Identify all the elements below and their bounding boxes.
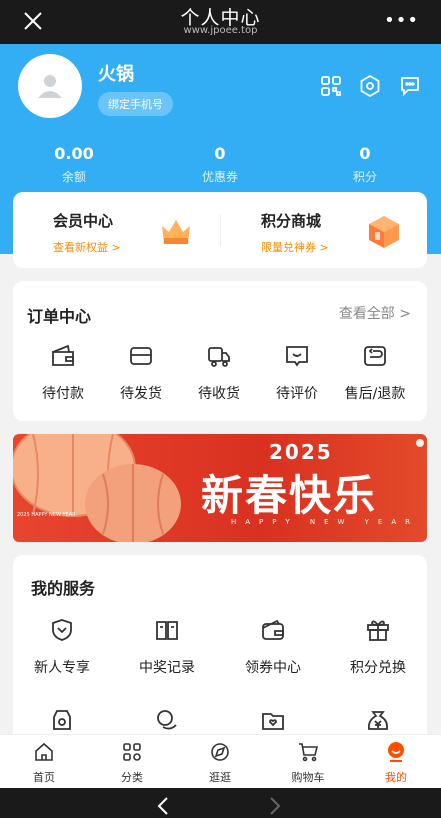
tab-label: 逛逛 bbox=[209, 771, 231, 784]
bag-icon[interactable] bbox=[49, 707, 75, 733]
stat-label: 优惠券 bbox=[201, 170, 238, 184]
points-mall-sub: 限量兑神券 > bbox=[261, 241, 329, 254]
order-after-sales[interactable]: 售后/退款 bbox=[335, 343, 415, 403]
qrcode-icon[interactable] bbox=[319, 74, 343, 98]
banner-subtext: HAPPY NEW YEAR bbox=[231, 518, 419, 526]
banner-small-text: 2025 HAPPY NEW YEAR bbox=[17, 512, 76, 518]
forward-arrow-icon[interactable] bbox=[268, 796, 282, 816]
service-prize-records[interactable]: 中奖记录 bbox=[127, 617, 207, 677]
stat-value: 0 bbox=[359, 144, 371, 163]
chat-bubbles-icon[interactable] bbox=[154, 707, 180, 733]
stat-coupons[interactable]: 0 优惠券 bbox=[175, 144, 265, 185]
service-label: 中奖记录 bbox=[139, 660, 195, 676]
profile-icon bbox=[388, 742, 404, 762]
bottom-tab-bar: 首页 分类 逛逛 购物车 我的 bbox=[0, 734, 441, 788]
message-icon[interactable] bbox=[398, 74, 422, 98]
service-points-exchange[interactable]: 积分兑换 bbox=[338, 617, 418, 677]
points-mall-title: 积分商城 bbox=[261, 212, 322, 230]
bind-phone-button[interactable]: 绑定手机号 bbox=[98, 92, 173, 116]
order-pending-receipt[interactable]: 待收货 bbox=[179, 343, 259, 403]
gift-icon bbox=[367, 620, 389, 641]
stat-label: 积分 bbox=[352, 170, 377, 184]
service-new-user[interactable]: 新人专享 bbox=[22, 617, 102, 677]
tab-category[interactable]: 分类 bbox=[97, 741, 167, 785]
card-icon bbox=[130, 347, 152, 365]
tab-label: 分类 bbox=[121, 771, 143, 784]
divider bbox=[220, 214, 221, 246]
gift-box-icon bbox=[369, 216, 399, 248]
home-icon bbox=[35, 742, 53, 761]
tab-label: 我的 bbox=[385, 771, 407, 784]
points-mall-link[interactable]: 积分商城 限量兑神券 > bbox=[261, 210, 329, 255]
more-menu-button[interactable]: ••• bbox=[384, 10, 419, 31]
shield-heart-icon bbox=[52, 619, 72, 641]
grid-icon bbox=[123, 743, 141, 761]
order-pending-shipment[interactable]: 待发货 bbox=[101, 343, 181, 403]
order-center-title: 订单中心 bbox=[27, 307, 92, 326]
refund-icon bbox=[364, 346, 386, 366]
order-center-card: 订单中心 查看全部 > 待付款 待发货 待收货 待评价 售后/退款 bbox=[13, 281, 427, 421]
vip-card: 会员中心 查看新权益 > 积分商城 限量兑神券 > bbox=[13, 192, 427, 268]
cart-icon bbox=[299, 743, 319, 762]
tab-label: 首页 bbox=[33, 771, 55, 784]
services-title: 我的服务 bbox=[31, 579, 96, 598]
order-label: 售后/退款 bbox=[344, 386, 406, 402]
member-center-sub: 查看新权益 > bbox=[53, 241, 121, 254]
coupon-wallet-icon bbox=[262, 619, 284, 640]
tab-cart[interactable]: 购物车 bbox=[273, 741, 343, 785]
comment-icon bbox=[286, 346, 308, 367]
member-center-title: 会员中心 bbox=[53, 212, 114, 230]
tab-browse[interactable]: 逛逛 bbox=[185, 741, 255, 785]
order-pending-review[interactable]: 待评价 bbox=[257, 343, 337, 403]
stat-value: 0.00 bbox=[54, 144, 94, 163]
page-subtitle: www.jpoee.top bbox=[183, 25, 258, 36]
wallet-icon bbox=[52, 344, 74, 366]
book-icon bbox=[156, 621, 178, 640]
order-pending-payment[interactable]: 待付款 bbox=[23, 343, 103, 403]
order-label: 待评价 bbox=[276, 386, 318, 402]
order-label: 待发货 bbox=[120, 386, 162, 402]
avatar-placeholder-icon bbox=[38, 75, 62, 98]
compass-icon bbox=[211, 743, 229, 761]
service-label: 新人专享 bbox=[34, 660, 90, 676]
crown-icon bbox=[162, 220, 190, 244]
back-arrow-icon[interactable] bbox=[156, 796, 170, 816]
order-label: 待收货 bbox=[198, 386, 240, 402]
heart-folder-icon[interactable] bbox=[260, 707, 286, 733]
settings-icon[interactable] bbox=[358, 74, 382, 98]
money-bag-icon[interactable] bbox=[365, 707, 391, 733]
member-center-link[interactable]: 会员中心 查看新权益 > bbox=[53, 210, 121, 255]
avatar[interactable] bbox=[18, 54, 82, 118]
browser-nav-bar bbox=[0, 788, 441, 818]
tab-label: 购物车 bbox=[291, 771, 325, 784]
stat-points[interactable]: 0 积分 bbox=[320, 144, 410, 185]
stat-value: 0 bbox=[214, 144, 226, 163]
user-name: 火锅 bbox=[98, 64, 134, 85]
tab-home[interactable]: 首页 bbox=[9, 741, 79, 785]
service-coupon-center[interactable]: 领券中心 bbox=[233, 617, 313, 677]
banner-greeting: 新春快乐 bbox=[201, 471, 378, 520]
order-label: 待付款 bbox=[42, 386, 84, 402]
view-all-orders-link[interactable]: 查看全部 > bbox=[339, 303, 411, 323]
stat-label: 余额 bbox=[61, 170, 86, 184]
truck-icon bbox=[208, 347, 230, 367]
banner-year: 2025 bbox=[269, 440, 333, 464]
services-card: 我的服务 新人专享 中奖记录 领券中心 积分兑换 bbox=[13, 555, 427, 745]
service-label: 积分兑换 bbox=[350, 660, 406, 676]
tab-profile[interactable]: 我的 bbox=[361, 741, 431, 785]
new-year-banner[interactable]: 2025 新春快乐 HAPPY NEW YEAR 2025 HAPPY NEW … bbox=[13, 434, 427, 542]
title-bar: 个人中心 www.jpoee.top ••• bbox=[0, 0, 441, 44]
stat-balance[interactable]: 0.00 余额 bbox=[29, 144, 119, 185]
service-label: 领券中心 bbox=[245, 660, 301, 676]
